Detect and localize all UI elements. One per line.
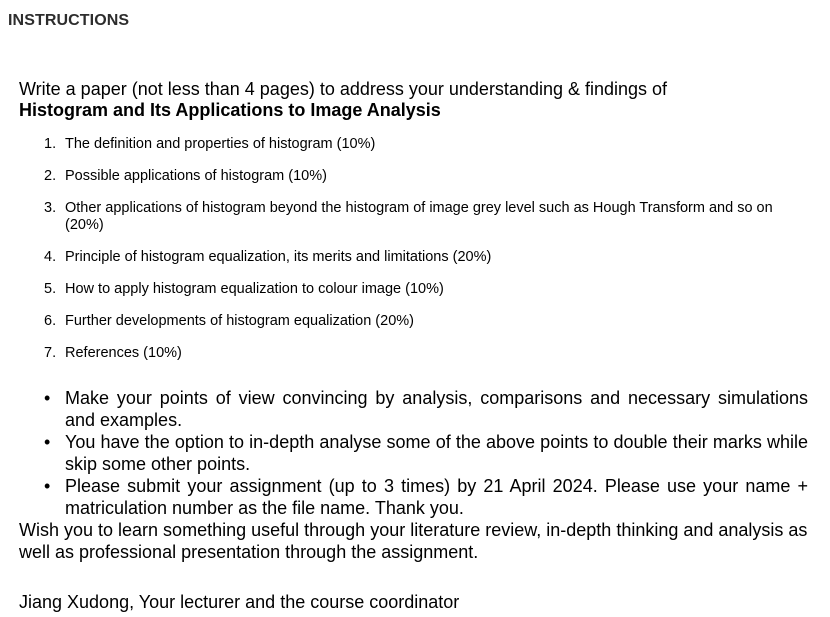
- assignment-intro: Write a paper (not less than 4 pages) to…: [19, 79, 667, 121]
- topic-item: 6. Further developments of histogram equ…: [0, 313, 800, 330]
- topic-list: 1. The definition and properties of hist…: [0, 136, 800, 377]
- guideline-text: Please submit your assignment (up to 3 t…: [65, 476, 808, 518]
- topic-text: Further developments of histogram equali…: [65, 313, 414, 329]
- guideline-item: • Please submit your assignment (up to 3…: [0, 475, 808, 519]
- topic-text: Other applications of histogram beyond t…: [65, 200, 773, 233]
- topic-number: 3.: [44, 200, 57, 216]
- guideline-list: • Make your points of view convincing by…: [0, 387, 808, 519]
- topic-number: 4.: [44, 249, 57, 265]
- topic-number: 1.: [44, 136, 57, 152]
- topic-item: 4. Principle of histogram equalization, …: [0, 249, 800, 266]
- bullet-icon: •: [44, 432, 51, 452]
- bullet-icon: •: [44, 476, 51, 496]
- topic-text: References (10%): [65, 345, 182, 361]
- topic-number: 6.: [44, 313, 57, 329]
- topic-text: Principle of histogram equalization, its…: [65, 249, 492, 265]
- bullet-icon: •: [44, 388, 51, 408]
- topic-number: 5.: [44, 281, 57, 297]
- guideline-item: • You have the option to in-depth analys…: [0, 431, 808, 475]
- topic-text: How to apply histogram equalization to c…: [65, 281, 444, 297]
- topic-item: 5. How to apply histogram equalization t…: [0, 281, 800, 298]
- page-heading: INSTRUCTIONS: [8, 12, 130, 29]
- topic-text: The definition and properties of histogr…: [65, 136, 376, 152]
- guideline-item: • Make your points of view convincing by…: [0, 387, 808, 431]
- topic-number: 2.: [44, 168, 57, 184]
- topic-item: 1. The definition and properties of hist…: [0, 136, 800, 153]
- topic-item: 3. Other applications of histogram beyon…: [0, 200, 800, 234]
- guideline-text: Make your points of view convincing by a…: [65, 388, 808, 430]
- topic-text: Possible applications of histogram (10%): [65, 168, 327, 184]
- topic-number: 7.: [44, 345, 57, 361]
- intro-line: Write a paper (not less than 4 pages) to…: [19, 79, 668, 99]
- topic-item: 2. Possible applications of histogram (1…: [0, 168, 800, 185]
- closing-message: Wish you to learn something useful throu…: [19, 520, 808, 562]
- topic-item: 7. References (10%): [0, 345, 800, 362]
- assignment-topic: Histogram and Its Applications to Image …: [19, 100, 441, 120]
- signature: Jiang Xudong, Your lecturer and the cour…: [19, 592, 460, 612]
- guideline-text: You have the option to in-depth analyse …: [65, 432, 808, 474]
